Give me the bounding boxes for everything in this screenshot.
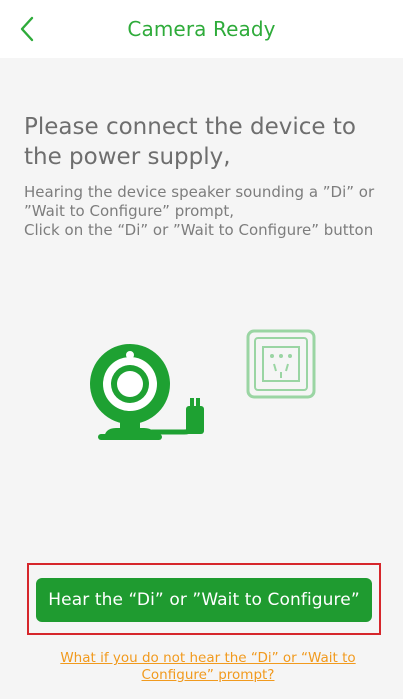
webcam-icon [90,344,204,440]
instruction-line-1: Hearing the device speaker sounding a ”D… [24,183,375,220]
hear-prompt-button[interactable]: Hear the “Di” or ”Wait to Configure” [36,578,372,622]
instruction-line-2: Click on the “Di” or ”Wait to Configure”… [24,221,374,239]
page-title: Camera Ready [127,17,276,41]
instruction-heading: Please connect the device to the power s… [24,114,356,170]
top-bar: Camera Ready [0,0,403,58]
power-outlet-icon [246,329,316,399]
no-prompt-help-link[interactable]: What if you do not hear the “Di” or “Wai… [48,650,368,684]
instruction-description: Hearing the device speaker sounding a ”D… [24,183,394,240]
